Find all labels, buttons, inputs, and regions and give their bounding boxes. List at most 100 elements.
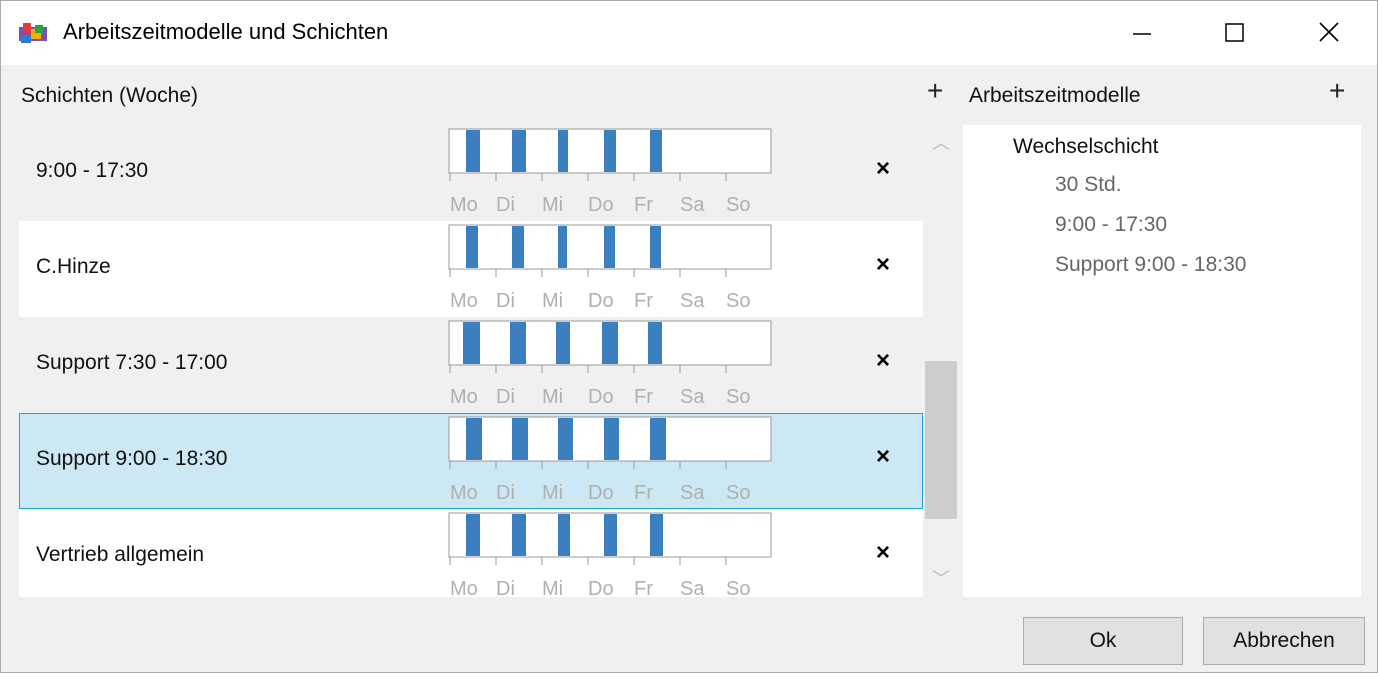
shift-bar bbox=[650, 226, 661, 268]
week-schedule: Mo Di Mi Do Fr Sa So bbox=[448, 416, 772, 504]
shift-label: 9:00 - 17:30 bbox=[36, 159, 149, 182]
shift-bar bbox=[512, 514, 526, 556]
shifts-header: Schichten (Woche) bbox=[21, 84, 199, 107]
delete-shift-icon[interactable]: × bbox=[876, 251, 890, 279]
day-label: Di bbox=[496, 386, 515, 408]
shift-bar bbox=[604, 418, 619, 460]
day-label: Fr bbox=[634, 290, 653, 312]
maximize-icon bbox=[1225, 23, 1244, 42]
tree-child-item[interactable]: 9:00 - 17:30 bbox=[1055, 213, 1167, 237]
shift-bar bbox=[650, 130, 662, 172]
scroll-thumb[interactable] bbox=[925, 361, 957, 519]
shift-bar bbox=[556, 322, 570, 364]
shift-list: 9:00 - 17:30 Mo Di Mi Do Fr Sa So × C.Hinze Mo Di Mi… bbox=[19, 125, 923, 597]
scroll-down-icon[interactable]: ﹀ bbox=[923, 561, 959, 597]
dialog-window: Arbeitszeitmodelle und Schichten Schicht… bbox=[0, 0, 1378, 673]
minimize-button[interactable] bbox=[1095, 1, 1187, 65]
day-label: Mi bbox=[542, 578, 563, 597]
day-label: Sa bbox=[680, 194, 705, 216]
day-label: Fr bbox=[634, 194, 653, 216]
shift-row[interactable]: C.Hinze Mo Di Mi Do Fr Sa So × bbox=[19, 221, 923, 317]
day-label: Di bbox=[496, 194, 515, 216]
window-title: Arbeitszeitmodelle und Schichten bbox=[63, 19, 389, 44]
day-label: Fr bbox=[634, 386, 653, 408]
shift-bar bbox=[648, 322, 662, 364]
shift-bar bbox=[558, 130, 568, 172]
shift-bar bbox=[512, 130, 526, 172]
shift-bar bbox=[558, 226, 567, 268]
shift-bar bbox=[602, 322, 618, 364]
ok-button[interactable]: Ok bbox=[1023, 617, 1183, 665]
add-shift-button[interactable]: + bbox=[927, 75, 943, 107]
shift-bar bbox=[604, 514, 617, 556]
day-label: Do bbox=[588, 194, 614, 216]
week-schedule: Mo Di Mi Do Fr Sa So bbox=[448, 512, 772, 597]
delete-shift-icon[interactable]: × bbox=[876, 347, 890, 375]
day-label: Di bbox=[496, 578, 515, 597]
shift-bar bbox=[650, 418, 666, 460]
day-label: So bbox=[726, 482, 750, 504]
shift-row[interactable]: Support 9:00 - 18:30 Mo Di Mi Do Fr Sa So × bbox=[19, 413, 923, 509]
tree-child-item[interactable]: Support 9:00 - 18:30 bbox=[1055, 253, 1246, 277]
day-label: Sa bbox=[680, 290, 705, 312]
delete-shift-icon[interactable]: × bbox=[876, 443, 890, 471]
day-label: So bbox=[726, 194, 750, 216]
day-label: Sa bbox=[680, 578, 705, 597]
shift-bar bbox=[604, 226, 615, 268]
title-bar: Arbeitszeitmodelle und Schichten bbox=[1, 1, 1377, 65]
day-label: So bbox=[726, 386, 750, 408]
day-label: Do bbox=[588, 482, 614, 504]
day-label: Fr bbox=[634, 578, 653, 597]
shift-bar bbox=[463, 322, 480, 364]
close-icon bbox=[1319, 22, 1339, 42]
shift-row[interactable]: 9:00 - 17:30 Mo Di Mi Do Fr Sa So × bbox=[19, 125, 923, 221]
models-header: Arbeitszeitmodelle bbox=[969, 84, 1141, 107]
shift-bar bbox=[604, 130, 616, 172]
shift-label: Support 9:00 - 18:30 bbox=[36, 447, 228, 470]
day-label: Sa bbox=[680, 482, 705, 504]
tree-child-item[interactable]: 30 Std. bbox=[1055, 173, 1122, 197]
day-label: Fr bbox=[634, 482, 653, 504]
day-label: Do bbox=[588, 386, 614, 408]
add-model-button[interactable]: + bbox=[1329, 75, 1345, 107]
maximize-button[interactable] bbox=[1187, 1, 1279, 65]
week-schedule: Mo Di Mi Do Fr Sa So bbox=[448, 224, 772, 312]
day-label: Sa bbox=[680, 386, 705, 408]
shift-label: Support 7:30 - 17:00 bbox=[36, 351, 228, 374]
day-label: Mo bbox=[450, 290, 478, 312]
minimize-icon bbox=[1133, 33, 1151, 35]
day-label: So bbox=[726, 290, 750, 312]
day-label: Do bbox=[588, 578, 614, 597]
shift-bar bbox=[512, 418, 528, 460]
delete-shift-icon[interactable]: × bbox=[876, 155, 890, 183]
shift-list-scrollbar[interactable]: ︿ ﹀ bbox=[923, 125, 959, 597]
day-label: Mi bbox=[542, 386, 563, 408]
shift-bar bbox=[510, 322, 526, 364]
shift-bar bbox=[558, 418, 573, 460]
shift-bar bbox=[466, 514, 480, 556]
day-label: Mo bbox=[450, 386, 478, 408]
delete-shift-icon[interactable]: × bbox=[876, 539, 890, 567]
cancel-button[interactable]: Abbrechen bbox=[1203, 617, 1365, 665]
day-label: Mo bbox=[450, 578, 478, 597]
shift-bar bbox=[558, 514, 570, 556]
shift-bar bbox=[466, 226, 478, 268]
day-label: Mi bbox=[542, 482, 563, 504]
shift-bar bbox=[650, 514, 663, 556]
shift-row[interactable]: Vertrieb allgemein Mo Di Mi Do Fr Sa So × bbox=[19, 509, 923, 597]
shift-bar bbox=[512, 226, 524, 268]
app-icon bbox=[19, 23, 47, 43]
day-label: Do bbox=[588, 290, 614, 312]
day-label: Mi bbox=[542, 194, 563, 216]
day-label: Di bbox=[496, 482, 515, 504]
week-schedule: Mo Di Mi Do Fr Sa So bbox=[448, 128, 772, 216]
scroll-up-icon[interactable]: ︿ bbox=[923, 125, 959, 161]
day-label: So bbox=[726, 578, 750, 597]
close-button[interactable] bbox=[1281, 1, 1373, 65]
shift-row[interactable]: Support 7:30 - 17:00 Mo Di Mi Do Fr Sa So × bbox=[19, 317, 923, 413]
day-label: Di bbox=[496, 290, 515, 312]
shift-label: Vertrieb allgemein bbox=[36, 543, 205, 566]
tree-root-item[interactable]: Wechselschicht bbox=[1013, 135, 1159, 159]
shift-bar bbox=[466, 418, 482, 460]
shift-bar bbox=[466, 130, 480, 172]
